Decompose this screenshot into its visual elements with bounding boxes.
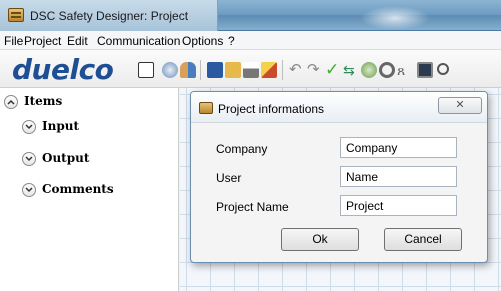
app-icon — [199, 102, 213, 114]
probe-icon[interactable]: ጸ — [397, 62, 413, 78]
undo-icon[interactable]: ↶ — [289, 62, 305, 78]
user-field[interactable]: Name — [340, 166, 457, 187]
sidebar-item-items[interactable]: Items — [4, 94, 62, 109]
title-bar: DSC Safety Designer: Project — [0, 0, 501, 31]
sidebar-item-label: Comments — [42, 182, 114, 196]
settings-icon[interactable] — [162, 62, 178, 78]
menu-bar: File Project Edit Communication Options … — [0, 31, 501, 50]
menu-project[interactable]: Project — [24, 34, 61, 48]
menu-edit[interactable]: Edit — [67, 34, 88, 48]
menu-help[interactable]: ? — [228, 34, 235, 48]
user-label: User — [216, 171, 242, 185]
new-project-icon[interactable] — [138, 62, 154, 78]
cancel-button[interactable]: Cancel — [384, 228, 462, 251]
dialog-title: Project informations — [218, 102, 325, 116]
open-folder-icon[interactable] — [225, 62, 241, 78]
close-button[interactable]: ✕ — [438, 97, 482, 114]
chevron-up-icon — [4, 94, 18, 109]
title-glow — [360, 6, 430, 30]
toolbar: duelco ↶ ↷ ✓ ⇆ ጸ — [0, 50, 501, 88]
sidebar-item-label: Output — [42, 151, 90, 165]
chevron-down-icon — [22, 182, 36, 197]
project-name-label: Project Name — [216, 200, 289, 214]
sidebar-item-output[interactable]: Output — [22, 151, 89, 166]
company-label: Company — [216, 142, 268, 156]
target-icon[interactable] — [379, 62, 395, 78]
sidebar-item-label: Items — [24, 94, 63, 108]
close-icon: ✕ — [455, 99, 465, 111]
duelco-logo: duelco — [12, 53, 114, 86]
module-icon[interactable] — [361, 62, 377, 78]
redo-icon[interactable]: ↷ — [307, 62, 323, 78]
chevron-down-icon — [22, 151, 36, 166]
menu-communication[interactable]: Communication — [97, 34, 180, 48]
dialog-title-bar: Project informations ✕ — [191, 92, 487, 123]
chevron-down-icon — [22, 119, 36, 134]
check-icon[interactable]: ✓ — [325, 61, 341, 78]
monitor-icon[interactable] — [417, 62, 433, 78]
zoom-icon[interactable] — [437, 63, 449, 75]
sidebar-item-comments[interactable]: Comments — [22, 182, 114, 197]
sidebar: Items Input Output Comments — [0, 88, 179, 291]
sidebar-item-input[interactable]: Input — [22, 119, 79, 134]
toolbar-separator — [200, 60, 201, 80]
save-icon[interactable] — [207, 62, 223, 78]
project-name-field[interactable]: Project — [340, 195, 457, 216]
menu-options[interactable]: Options — [182, 34, 223, 48]
menu-file[interactable]: File — [4, 34, 23, 48]
ok-button[interactable]: Ok — [281, 228, 359, 251]
window-title: DSC Safety Designer: Project — [30, 9, 189, 23]
users-icon[interactable] — [180, 62, 196, 78]
app-icon — [8, 8, 24, 22]
project-info-dialog: Project informations ✕ Company Company U… — [190, 91, 488, 263]
edit-icon[interactable] — [261, 62, 277, 78]
print-icon[interactable] — [243, 62, 259, 78]
sidebar-item-label: Input — [42, 119, 79, 133]
transfer-icon[interactable]: ⇆ — [343, 62, 359, 78]
company-field[interactable]: Company — [340, 137, 457, 158]
toolbar-separator — [282, 60, 283, 80]
